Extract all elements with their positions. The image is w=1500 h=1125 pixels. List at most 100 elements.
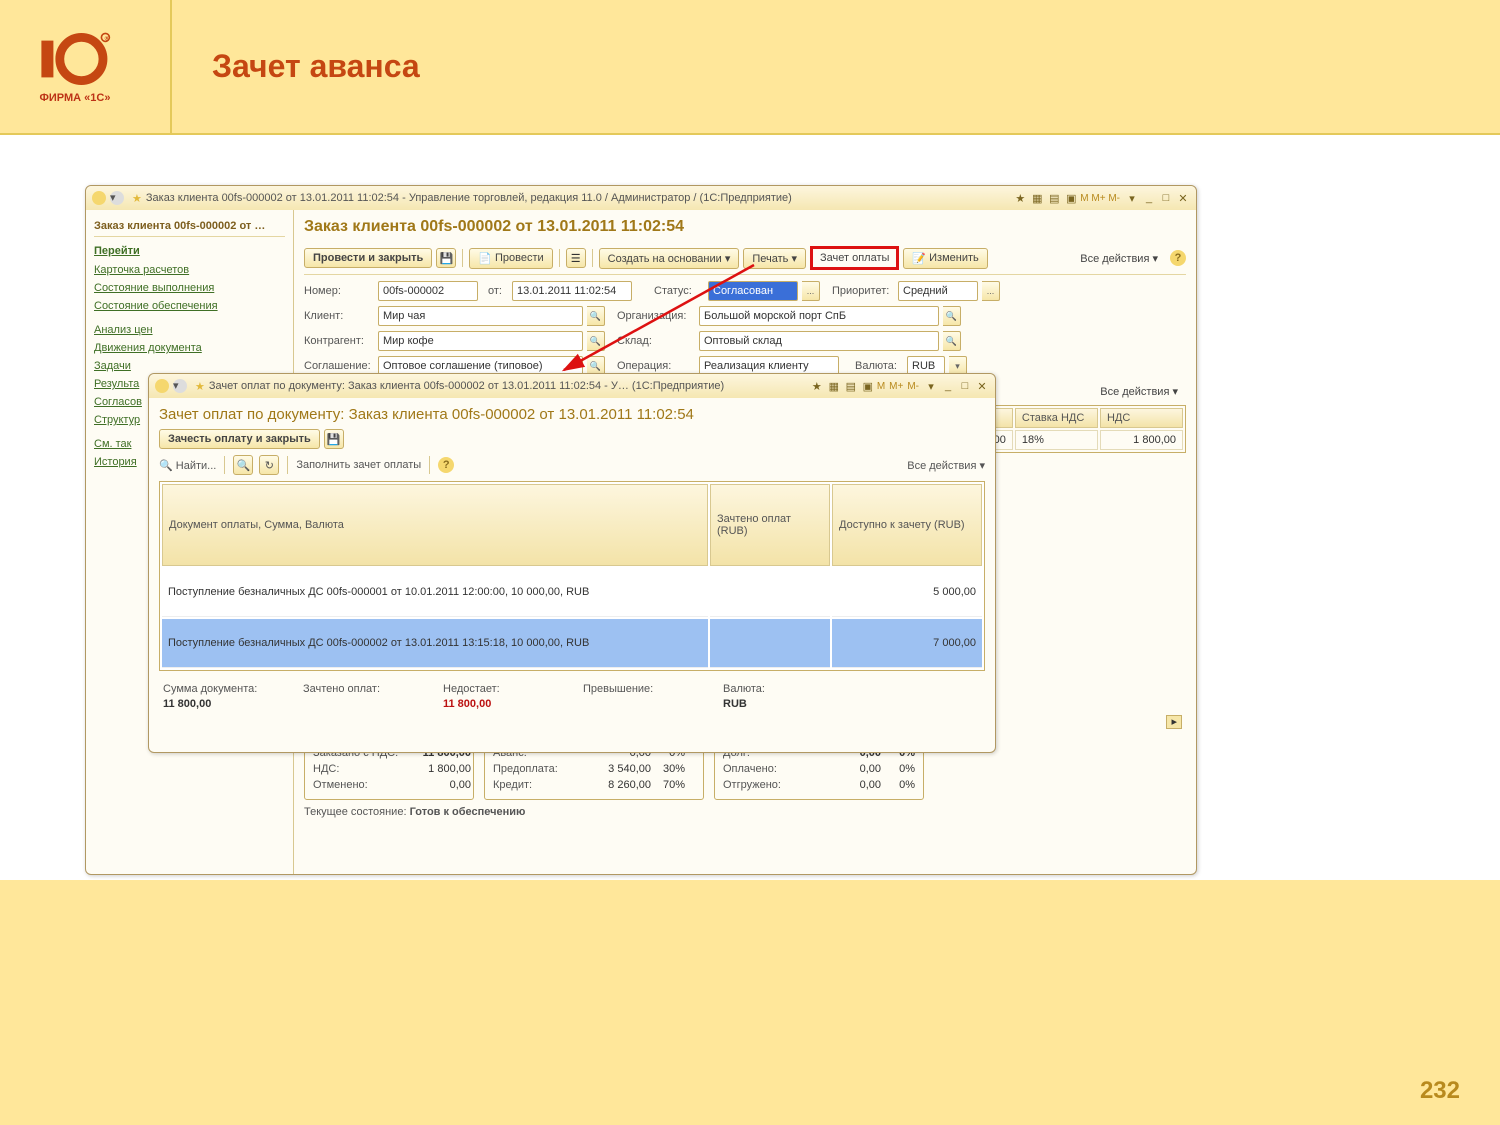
save-icon[interactable]: 💾 [436,248,456,268]
sidebar-link-card[interactable]: Карточка расчетов [94,261,285,279]
contragent-field[interactable]: Мир кофе [378,331,583,351]
client-label: Клиент: [304,310,374,322]
offset-highlight: Зачет оплаты [810,246,899,270]
main-window-title: Заказ клиента 00fs-000002 от 13.01.2011 … [146,192,792,204]
status-picker[interactable] [802,281,820,301]
client-field[interactable]: Мир чая [378,306,583,326]
dropdown-icon[interactable]: ▾ [173,379,187,393]
priority-field[interactable]: Средний [898,281,978,301]
contragent-label: Контрагент: [304,335,374,347]
operation-label: Операция: [617,360,695,372]
calc-icon[interactable]: ▤ [844,379,858,393]
from-field[interactable]: 13.01.2011 11:02:54 [512,281,632,301]
warehouse-field[interactable]: Оптовый склад [699,331,939,351]
org-label: Организация: [617,310,695,322]
cell-vat-rate: 18% [1015,430,1098,450]
sidebar-section: Перейти [94,241,285,261]
main-window-titlebar: ▾ ★ Заказ клиента 00fs-000002 от 13.01.2… [86,186,1196,210]
inner-doc-title: Зачет оплат по документу: Заказ клиента … [159,406,985,423]
close-icon[interactable]: ✕ [975,379,989,393]
calc-icon[interactable]: ▤ [1047,191,1061,205]
dash-icon[interactable]: ▾ [924,379,938,393]
col-vat-rate: Ставка НДС [1015,408,1098,428]
dash-icon[interactable]: ▾ [1125,191,1139,205]
maximize-icon[interactable]: □ [958,379,972,393]
currency-label: Валюта: [855,360,903,372]
refresh-icon[interactable]: ↻ [259,455,279,475]
print-button[interactable]: Печать ▾ [743,248,806,269]
doc-toolbar: Провести и закрыть 💾 📄 Провести ☰ Создат… [304,242,1186,275]
inner-window-title: Зачет оплат по документу: Заказ клиента … [209,380,724,392]
create-based-button[interactable]: Создать на основании ▾ [599,248,740,269]
mminus-indicator: M- [907,381,919,392]
minimize-icon[interactable]: _ [1142,191,1156,205]
inner-window: ▾ ★ Зачет оплат по документу: Заказ клие… [148,373,996,753]
fav-icon[interactable]: ★ [810,379,824,393]
col-doc: Документ оплаты, Сумма, Валюта [162,484,708,566]
post-and-close-button[interactable]: Провести и закрыть [304,248,432,268]
col-vat: НДС [1100,408,1183,428]
sidebar-link-exec[interactable]: Состояние выполнения [94,279,285,297]
mplus-indicator: M+ [889,381,903,392]
doc-title: Заказ клиента 00fs-000002 от 13.01.2011 … [304,218,1186,236]
offset-payment-button[interactable]: Зачет оплаты [816,250,893,266]
logo-caption: ФИРМА «1С» [20,92,130,104]
grid-icon[interactable]: ▦ [827,379,841,393]
app-icon [155,379,169,393]
grid-row[interactable]: Поступление безналичных ДС 00fs-000001 о… [162,568,982,617]
inner-all-actions[interactable]: Все действия ▾ [907,459,985,472]
list-icon[interactable]: ☰ [566,248,586,268]
dropdown-icon[interactable]: ▾ [110,191,124,205]
priority-label: Приоритет: [832,285,894,297]
sidebar-link-moves[interactable]: Движения документа [94,339,285,357]
inner-window-titlebar: ▾ ★ Зачет оплат по документу: Заказ клие… [149,374,995,398]
grid-all-actions[interactable]: Все действия ▾ [1092,382,1186,401]
filter-icon[interactable]: 🔍 [233,455,253,475]
calendar-icon[interactable]: ▣ [861,379,875,393]
offset-grid[interactable]: Документ оплаты, Сумма, Валюта Зачтено о… [159,481,985,671]
contragent-picker[interactable] [587,331,605,351]
status-field[interactable]: Согласован [708,281,798,301]
help-icon[interactable]: ? [438,457,454,473]
find-button[interactable]: 🔍 Найти... [159,459,216,472]
change-button[interactable]: 📝 Изменить [903,248,987,269]
star-icon[interactable]: ★ [195,380,205,393]
cell-vat: 1 800,00 [1100,430,1183,450]
status-line: Текущее состояние: Готов к обеспечению [304,806,1186,818]
star-icon[interactable]: ★ [132,192,142,205]
client-picker[interactable] [587,306,605,326]
page-number: 232 [1420,1077,1460,1105]
status-label: Статус: [654,285,704,297]
page-title: Зачет аванса [170,0,420,133]
fav-icon[interactable]: ★ [1013,191,1027,205]
grid-row-selected[interactable]: Поступление безналичных ДС 00fs-000002 о… [162,619,982,668]
post-button[interactable]: 📄 Провести [469,248,552,269]
save-icon[interactable]: 💾 [324,429,344,449]
col-available: Доступно к зачету (RUB) [832,484,982,566]
credit-and-close-button[interactable]: Зачесть оплату и закрыть [159,429,320,449]
sidebar-link-price[interactable]: Анализ цен [94,321,285,339]
help-icon[interactable]: ? [1170,250,1186,266]
number-field[interactable]: 00fs-000002 [378,281,478,301]
org-field[interactable]: Большой морской порт СпБ [699,306,939,326]
warehouse-picker[interactable] [943,331,961,351]
priority-picker[interactable] [982,281,1000,301]
maximize-icon[interactable]: □ [1159,191,1173,205]
m-text: M M+ M- [1080,193,1120,204]
scroll-right-icon[interactable]: ▸ [1166,715,1182,729]
sidebar-link-supply[interactable]: Состояние обеспечения [94,297,285,315]
number-label: Номер: [304,285,374,297]
org-picker[interactable] [943,306,961,326]
all-actions-button[interactable]: Все действия ▾ [1072,249,1166,268]
inner-summary: Сумма документа:11 800,00 Зачтено оплат:… [159,679,985,714]
fill-offset-button[interactable]: Заполнить зачет оплаты [296,459,421,471]
minimize-icon[interactable]: _ [941,379,955,393]
svg-text:®: ® [105,35,110,43]
sidebar-head: Заказ клиента 00fs-000002 от … [94,216,285,237]
warehouse-label: Склад: [617,335,695,347]
grid-icon[interactable]: ▦ [1030,191,1044,205]
calendar-icon[interactable]: ▣ [1064,191,1078,205]
m-indicator: M [877,381,885,392]
close-icon[interactable]: ✕ [1176,191,1190,205]
slide-header: ® ФИРМА «1С» Зачет аванса [0,0,1500,135]
